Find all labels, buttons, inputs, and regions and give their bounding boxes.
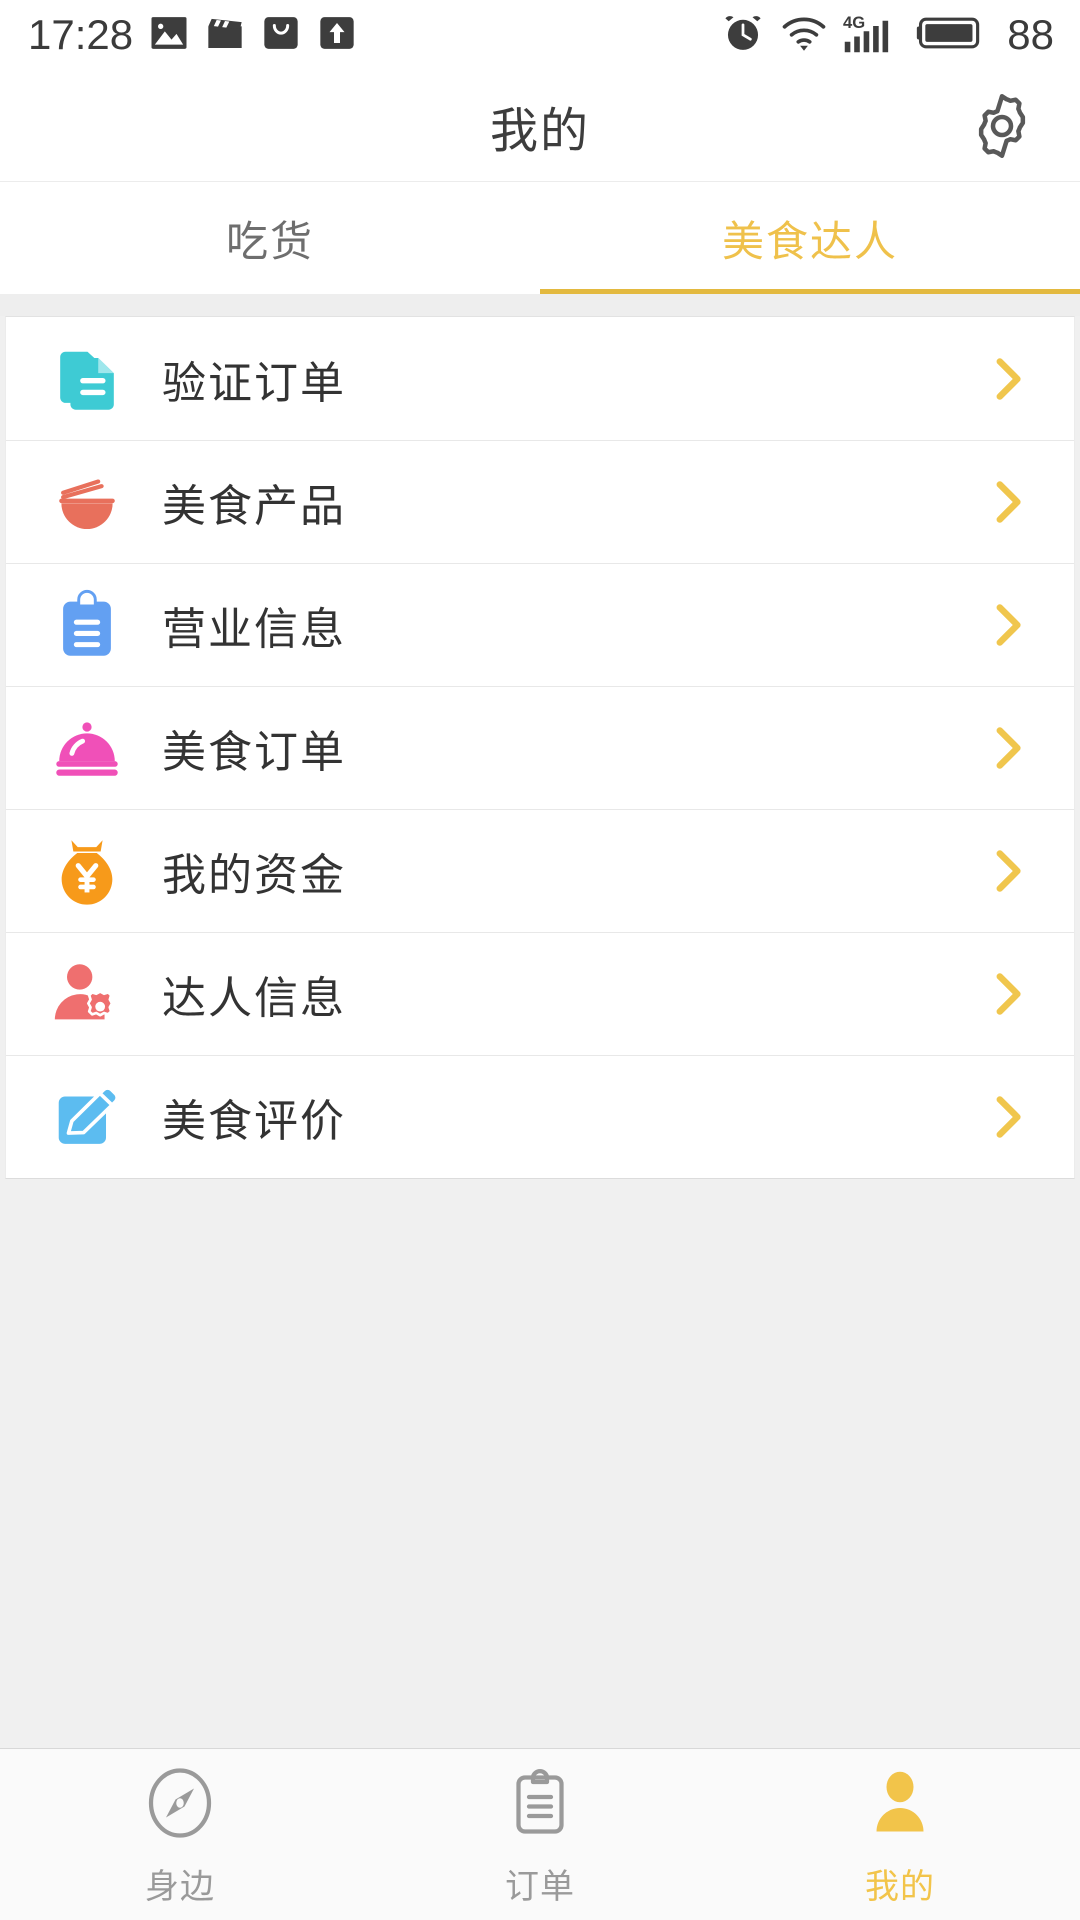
person-gear-icon — [46, 953, 128, 1035]
image-icon — [149, 13, 189, 58]
wifi-icon — [781, 11, 827, 60]
chevron-right-icon — [978, 472, 1038, 532]
list-item-label: 验证订单 — [162, 358, 346, 408]
page-header: 我的 — [0, 70, 1080, 182]
money-bag-yen-icon — [46, 830, 128, 912]
alarm-clock-icon — [721, 11, 765, 60]
list-item-label: 营业信息 — [162, 605, 346, 654]
nav-label: 我的 — [865, 1868, 935, 1906]
noodle-bowl-icon — [46, 461, 128, 543]
person-icon — [858, 1761, 942, 1845]
chevron-right-icon — [978, 349, 1038, 409]
tab-active-underline — [540, 289, 1080, 294]
chevron-right-icon — [978, 1087, 1038, 1147]
pencil-edit-icon — [46, 1076, 128, 1158]
signal-bars-icon: 4G — [843, 11, 899, 60]
status-bar-left: 17:28 — [28, 13, 357, 58]
tab-meishidaren[interactable]: 美食达人 — [540, 182, 1080, 294]
page-title: 我的 — [489, 104, 590, 158]
status-bar-right: 4G 88 — [721, 11, 1054, 60]
list-item-label: 美食评价 — [162, 1097, 346, 1146]
list-item[interactable]: 营业信息 — [6, 563, 1074, 686]
content-filler — [0, 1179, 1080, 1748]
status-bar: 17:28 4G 88 — [0, 0, 1080, 70]
svg-text:4G: 4G — [843, 12, 865, 31]
list-item[interactable]: 美食订单 — [6, 686, 1074, 809]
menu-list: 验证订单 美食产品 营业信息 美食订单 我的资金 达人信息 美食评价 — [5, 316, 1075, 1179]
nav-item-wode[interactable]: 我的 — [720, 1749, 1080, 1920]
upload-arrow-icon — [317, 13, 357, 58]
document-verify-icon — [46, 338, 128, 420]
list-item[interactable]: 我的资金 — [6, 809, 1074, 932]
bag-icon — [261, 13, 301, 58]
list-item-label: 美食订单 — [162, 728, 346, 777]
list-item[interactable]: 达人信息 — [6, 932, 1074, 1055]
chevron-right-icon — [978, 964, 1038, 1024]
nav-label: 订单 — [505, 1868, 575, 1906]
nav-item-shenbian[interactable]: 身边 — [0, 1749, 360, 1920]
nav-label: 身边 — [145, 1868, 215, 1906]
list-item-label: 我的资金 — [162, 851, 346, 900]
movie-clapper-icon — [205, 13, 245, 58]
tab-chihuo[interactable]: 吃货 — [0, 182, 540, 294]
tab-bar: 吃货 美食达人 — [0, 182, 1080, 294]
nav-item-dingdan[interactable]: 订单 — [360, 1749, 720, 1920]
chevron-right-icon — [978, 841, 1038, 901]
list-item-label: 美食产品 — [162, 482, 346, 531]
cloche-icon — [46, 707, 128, 789]
battery-percent: 88 — [1007, 11, 1054, 58]
section-gap — [0, 294, 1080, 316]
status-time: 17:28 — [28, 11, 134, 58]
chevron-right-icon — [978, 718, 1038, 778]
battery-icon — [915, 13, 985, 58]
list-item-label: 达人信息 — [162, 974, 346, 1023]
clipboard-icon — [46, 584, 128, 666]
list-item[interactable]: 验证订单 — [6, 317, 1074, 440]
gear-icon[interactable] — [966, 90, 1038, 162]
chevron-right-icon — [978, 595, 1038, 655]
app-screen: 17:28 4G 88 我的 吃货 美食达人 验证订单 美食产品 营业信息 美食… — [0, 0, 1080, 1920]
clipboard-outline-icon — [498, 1761, 582, 1845]
list-item[interactable]: 美食产品 — [6, 440, 1074, 563]
list-item[interactable]: 美食评价 — [6, 1055, 1074, 1178]
compass-icon — [138, 1761, 222, 1845]
bottom-nav: 身边 订单 我的 — [0, 1748, 1080, 1920]
